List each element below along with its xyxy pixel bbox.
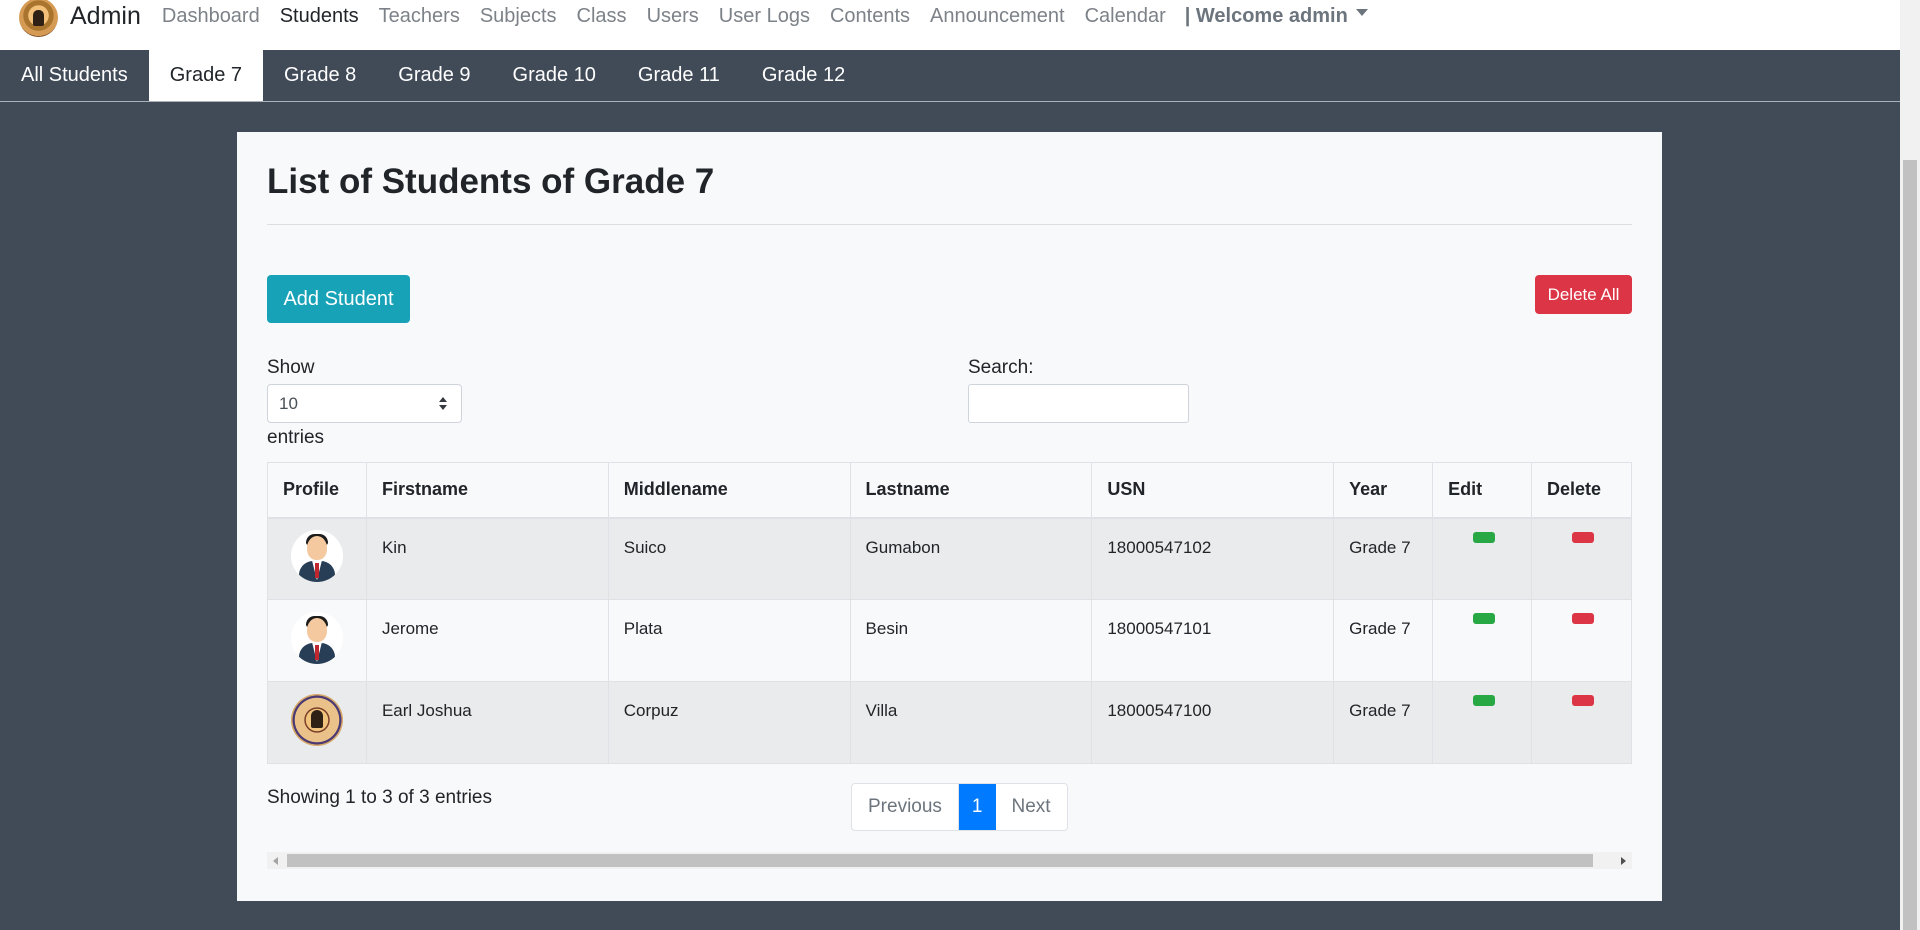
- lastname-cell: Besin: [849, 599, 1093, 682]
- table-row: Earl Joshua Corpuz Villa 18000547100 Gra…: [267, 681, 1632, 764]
- tab-grade-12[interactable]: Grade 12: [741, 50, 866, 101]
- nav-subjects[interactable]: Subjects: [480, 5, 557, 28]
- column-header-delete[interactable]: Delete: [1531, 462, 1632, 519]
- profile-cell: [267, 681, 367, 764]
- edit-button[interactable]: [1473, 613, 1496, 624]
- year-cell: Grade 7: [1333, 681, 1434, 764]
- entries-per-page-value: 10: [279, 393, 298, 413]
- delete-cell: [1531, 517, 1632, 600]
- tab-all-students[interactable]: All Students: [0, 50, 149, 101]
- edit-button[interactable]: [1473, 695, 1496, 706]
- welcome-label: | Welcome admin: [1184, 4, 1348, 27]
- tab-grade-9[interactable]: Grade 9: [377, 50, 491, 101]
- tab-grade-10[interactable]: Grade 10: [492, 50, 617, 101]
- lastname-cell: Villa: [849, 681, 1093, 764]
- delete-all-button[interactable]: Delete All: [1535, 275, 1632, 314]
- entries-per-page-select[interactable]: 10: [267, 384, 462, 423]
- show-label: Show: [267, 357, 315, 378]
- column-header-middlename[interactable]: Middlename: [607, 462, 851, 519]
- nav-users[interactable]: Users: [647, 5, 699, 28]
- nav-contents[interactable]: Contents: [830, 5, 910, 28]
- column-header-firstname[interactable]: Firstname: [365, 462, 609, 519]
- profile-cell: [267, 599, 367, 682]
- middlename-cell: Corpuz: [607, 681, 851, 764]
- delete-cell: [1531, 599, 1632, 682]
- entries-label: entries: [267, 427, 325, 448]
- search-label: Search:: [968, 357, 1034, 378]
- nav-announcement[interactable]: Announcement: [930, 5, 1065, 28]
- profile-cell: [267, 517, 367, 600]
- table-info: Showing 1 to 3 of 3 entries: [267, 787, 492, 808]
- select-arrows-icon: [439, 397, 447, 411]
- tab-grade-11[interactable]: Grade 11: [617, 50, 741, 101]
- page-title: List of Students of Grade 7: [267, 162, 715, 201]
- delete-cell: [1531, 681, 1632, 764]
- male-avatar-icon: [290, 530, 343, 583]
- table-row: Jerome Plata Besin 18000547101 Grade 7: [267, 599, 1632, 682]
- table-horizontal-scrollbar[interactable]: [267, 852, 1632, 869]
- edit-cell: [1432, 681, 1533, 764]
- user-menu-dropdown[interactable]: | Welcome admin: [1185, 5, 1368, 28]
- search-input[interactable]: [968, 384, 1189, 423]
- lastname-cell: Gumabon: [849, 517, 1093, 600]
- nav-dashboard[interactable]: Dashboard: [162, 5, 260, 28]
- column-header-lastname[interactable]: Lastname: [849, 462, 1093, 519]
- table-header-row: Profile Firstname Middlename Lastname US…: [267, 462, 1632, 519]
- year-cell: Grade 7: [1333, 517, 1434, 600]
- tab-grade-7[interactable]: Grade 7: [148, 50, 263, 101]
- table-row: Kin Suico Gumabon 18000547102 Grade 7: [267, 517, 1632, 600]
- brand[interactable]: Admin: [19, 0, 141, 50]
- firstname-cell: Earl Joshua: [365, 681, 609, 764]
- usn-cell: 18000547100: [1091, 681, 1335, 764]
- add-student-button[interactable]: Add Student: [267, 275, 410, 323]
- main-nav: Dashboard Students Teachers Subjects Cla…: [162, 5, 1186, 28]
- page-scrollbar[interactable]: [1900, 0, 1920, 930]
- nav-user-logs[interactable]: User Logs: [719, 5, 810, 28]
- students-card: List of Students of Grade 7 Add Student …: [237, 132, 1662, 901]
- usn-cell: 18000547101: [1091, 599, 1335, 682]
- edit-cell: [1432, 599, 1533, 682]
- pagination: Previous 1 Next: [851, 783, 1068, 831]
- tab-grade-8[interactable]: Grade 8: [263, 50, 377, 101]
- nav-students[interactable]: Students: [280, 5, 359, 28]
- middlename-cell: Plata: [607, 599, 851, 682]
- firstname-cell: Jerome: [365, 599, 609, 682]
- page-1-button[interactable]: 1: [958, 784, 996, 830]
- usn-cell: 18000547102: [1091, 517, 1335, 600]
- nav-class[interactable]: Class: [577, 5, 627, 28]
- divider: [267, 224, 1632, 225]
- next-page-button[interactable]: Next: [996, 784, 1067, 830]
- scroll-right-arrow-icon[interactable]: [1621, 857, 1626, 865]
- students-table: Profile Firstname Middlename Lastname US…: [267, 462, 1632, 764]
- male-avatar-icon: [290, 612, 343, 664]
- caret-down-icon: [1355, 8, 1368, 16]
- column-header-year[interactable]: Year: [1333, 462, 1434, 519]
- firstname-cell: Kin: [365, 517, 609, 600]
- edit-button[interactable]: [1473, 531, 1496, 543]
- brand-title: Admin: [70, 1, 141, 30]
- nav-calendar[interactable]: Calendar: [1085, 5, 1166, 28]
- middlename-cell: Suico: [607, 517, 851, 600]
- table-scrollbar-thumb[interactable]: [287, 854, 1593, 867]
- scroll-left-arrow-icon[interactable]: [273, 857, 278, 865]
- nav-teachers[interactable]: Teachers: [379, 5, 460, 28]
- school-seal-icon: [290, 694, 343, 746]
- page-scrollbar-thumb[interactable]: [1903, 160, 1917, 930]
- previous-page-button[interactable]: Previous: [852, 784, 959, 830]
- top-navbar: Admin Dashboard Students Teachers Subjec…: [0, 0, 1900, 50]
- school-logo-icon: [19, 0, 58, 37]
- delete-button[interactable]: [1572, 695, 1595, 706]
- column-header-usn[interactable]: USN: [1091, 462, 1335, 519]
- year-cell: Grade 7: [1333, 599, 1434, 682]
- column-header-profile[interactable]: Profile: [267, 462, 367, 519]
- column-header-edit[interactable]: Edit: [1432, 462, 1533, 519]
- grade-tabs: All Students Grade 7 Grade 8 Grade 9 Gra…: [0, 50, 1900, 102]
- edit-cell: [1432, 517, 1533, 600]
- delete-button[interactable]: [1572, 531, 1595, 543]
- delete-button[interactable]: [1572, 613, 1595, 624]
